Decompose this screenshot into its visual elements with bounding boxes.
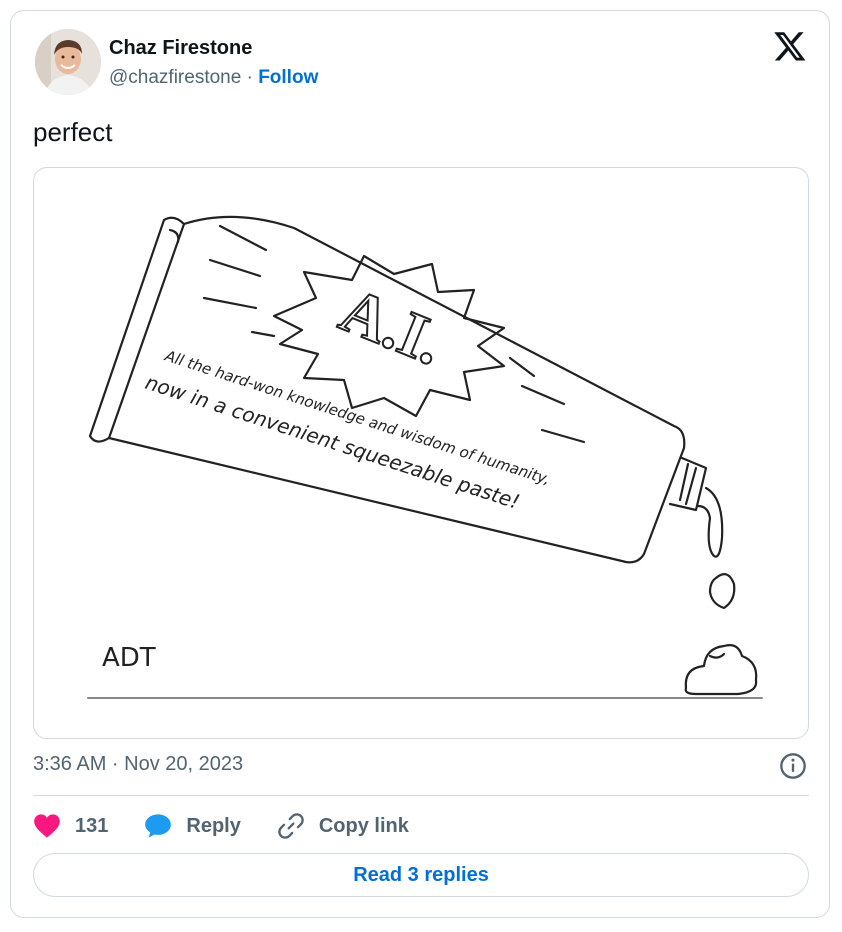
toothpaste-cartoon: A.I. All the hard-won knowledge and wisd… <box>87 215 763 699</box>
action-bar: 131 Reply Copy link <box>33 811 445 841</box>
link-icon <box>278 813 304 839</box>
info-icon[interactable] <box>779 752 807 780</box>
divider <box>33 795 809 796</box>
artist-initials: ADT <box>102 643 156 673</box>
copy-link-label: Copy link <box>318 814 409 837</box>
follow-button[interactable]: Follow <box>258 67 318 88</box>
like-button[interactable]: 131 <box>33 813 108 839</box>
tweet-text: perfect <box>33 117 113 147</box>
read-replies-button[interactable]: Read 3 replies <box>33 853 809 897</box>
x-logo-icon[interactable] <box>773 29 807 63</box>
tweet-timestamp[interactable]: 3:36 AM · Nov 20, 2023 <box>33 753 243 776</box>
tube-crimp <box>88 216 186 443</box>
avatar-photo <box>35 29 101 95</box>
author-handle[interactable]: @chazfirestone <box>109 67 241 88</box>
author-name[interactable]: Chaz Firestone <box>109 37 252 60</box>
tweet-card: Chaz Firestone @chazfirestone · Follow p… <box>10 10 830 918</box>
reply-button[interactable]: Reply <box>144 813 241 839</box>
paste-pile <box>684 644 758 696</box>
reply-bubble-icon <box>145 814 172 838</box>
author-handle-row: @chazfirestone · Follow <box>109 67 318 89</box>
paste-blob <box>708 573 736 610</box>
like-count: 131 <box>75 814 109 837</box>
separator-dot: · <box>246 67 253 88</box>
paste-drip <box>696 486 724 558</box>
copy-link-button[interactable]: Copy link <box>277 812 409 840</box>
heart-icon <box>34 814 60 838</box>
tube-brand-text: A.I. <box>331 274 453 378</box>
reply-label: Reply <box>186 814 241 837</box>
avatar[interactable] <box>35 29 101 95</box>
tweet-media-image[interactable]: A.I. All the hard-won knowledge and wisd… <box>33 167 809 739</box>
